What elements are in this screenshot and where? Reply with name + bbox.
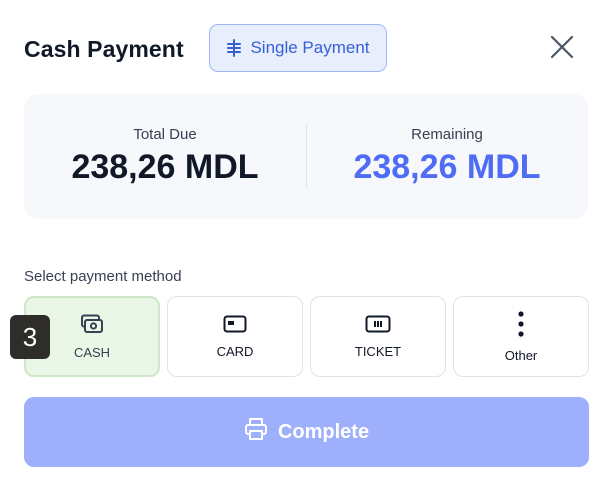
- total-due-block: Total Due 238,26 MDL: [24, 94, 306, 219]
- payment-method-card[interactable]: CARD: [167, 296, 303, 377]
- payment-method-label: Select payment method: [24, 268, 182, 285]
- single-payment-label: Single Payment: [250, 38, 370, 57]
- close-button[interactable]: [548, 35, 576, 63]
- remaining-block: Remaining 238,26 MDL: [306, 94, 588, 219]
- payment-method-ticket[interactable]: TICKET: [310, 296, 446, 377]
- total-due-value: 238,26 MDL: [71, 148, 259, 186]
- payment-summary: Total Due 238,26 MDL Remaining 238,26 MD…: [24, 94, 588, 219]
- complete-label: Complete: [277, 420, 370, 443]
- remaining-label: Remaining: [411, 126, 483, 143]
- step-number-badge: 3: [10, 315, 50, 359]
- printer-icon: [244, 417, 268, 447]
- payment-method-other[interactable]: Other: [453, 296, 589, 377]
- remaining-value: 238,26 MDL: [353, 148, 541, 186]
- cash-icon: [80, 314, 104, 339]
- complete-button[interactable]: Complete: [24, 397, 589, 467]
- payment-method-list: CASH CARD TICKET Other: [24, 296, 589, 377]
- dialog-header: Cash Payment Single Payment: [24, 24, 590, 74]
- equals-list-icon: [226, 39, 242, 57]
- payment-method-cash-label: CASH: [73, 344, 111, 360]
- more-vertical-icon: [517, 310, 525, 342]
- payment-method-card-label: CARD: [216, 343, 254, 359]
- dialog-title: Cash Payment: [24, 36, 184, 62]
- single-payment-toggle[interactable]: Single Payment: [209, 24, 387, 72]
- card-icon: [223, 315, 247, 338]
- ticket-icon: [365, 315, 391, 338]
- close-icon: [550, 35, 574, 64]
- payment-method-other-label: Other: [504, 347, 538, 363]
- payment-method-ticket-label: TICKET: [354, 343, 402, 359]
- total-due-label: Total Due: [133, 126, 197, 143]
